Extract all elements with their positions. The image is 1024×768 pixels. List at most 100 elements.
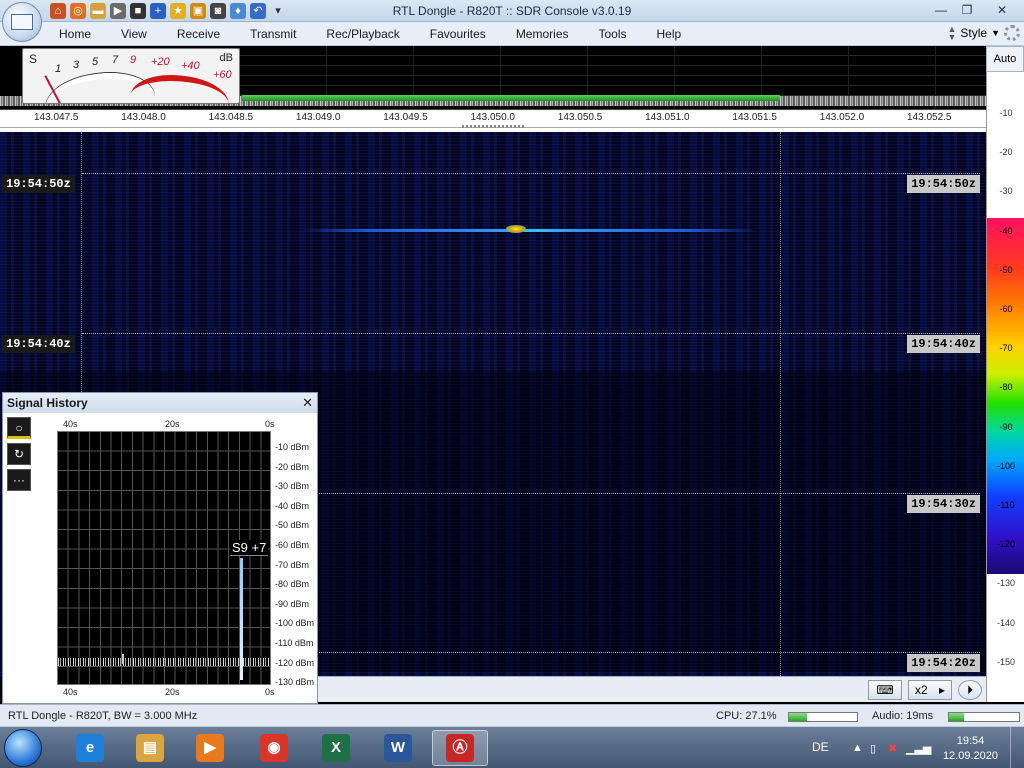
application-menu-button[interactable] [2,2,42,42]
y-axis-label: -30 dBm [275,481,310,492]
signal-history-marker-button[interactable]: ○ [7,417,31,439]
y-axis-label: -110 dBm [275,638,314,648]
zoom-select[interactable]: x2 ▸ [908,680,952,700]
spectrum-display[interactable]: S dB 1 3 5 7 9 +20 +40 +60 [0,46,986,110]
collapse-ribbon-icon[interactable]: ▲ ▼ [947,25,956,42]
frequency-label: 143.048.0 [121,112,166,123]
show-desktop-button[interactable] [1010,727,1024,768]
waterfall-controls: ⌨ x2 ▸ ⏵ [318,676,986,702]
x-axis-label: 0s [265,419,275,429]
s-meter-tick: +60 [213,69,232,81]
y-axis-label: -40 dBm [275,500,310,511]
x-axis-label: 20s [165,687,180,697]
y-axis-label: -20 dBm [275,461,310,472]
tab-favourites[interactable]: Favourites [415,27,501,41]
filter-bandwidth-bar[interactable] [242,95,780,101]
ribbon-tab-list: Home View Receive Transmit Rec/Playback Favou… [44,27,696,41]
status-device: RTL Dongle - R820T, BW = 3.000 MHz [8,710,198,722]
tab-home[interactable]: Home [44,27,106,41]
signal-history-title-bar[interactable]: Signal History ✕ [3,393,317,413]
signal-strength-icon[interactable]: ▁▃▅ [906,742,931,755]
internet-explorer-icon: e [76,734,104,762]
tab-help[interactable]: Help [642,27,697,41]
signal-history-plot[interactable]: S9 +7 [57,431,271,685]
start-button[interactable] [4,729,42,767]
s-meter-s-label: S [29,52,38,66]
y-axis-label: -60 dBm [275,540,310,550]
signal-history-panel: Signal History ✕ ○ ↻ ··· 40s 20s 0s 40s … [2,392,318,704]
status-audio: Audio: 19ms [872,710,934,722]
tab-transmit[interactable]: Transmit [235,27,311,41]
splitter-handle[interactable] [462,125,524,128]
s-meter-tick: 5 [92,56,99,68]
x-axis-label: 40s [63,419,78,429]
taskbar-sdr-console[interactable]: Ⓐ [432,730,488,766]
s-meter: S dB 1 3 5 7 9 +20 +40 +60 [22,48,240,104]
y-axis-label: -130 dBm [275,677,315,688]
chevron-down-icon[interactable]: ▼ [991,28,1000,38]
db-scale-label: -30 [999,186,1013,197]
taskbar-chrome[interactable]: ◉ [246,730,302,766]
tab-memories[interactable]: Memories [501,27,584,41]
s-meter-tick: 3 [73,59,80,71]
signal-history-close-button[interactable]: ✕ [302,395,313,411]
media-player-icon: ▶ [196,734,224,762]
s-meter-tick: 9 [130,54,137,66]
auto-button[interactable]: Auto [986,46,1024,72]
signal-history-peak-label: S9 +7 [230,540,269,556]
audio-meter [948,712,1020,722]
s-meter-tick: +40 [181,60,200,72]
taskbar-file-explorer[interactable]: ▤ [122,730,178,766]
frequency-label: 143.049.5 [383,112,428,123]
s-meter-tick: 1 [55,63,62,75]
db-scale-label: -150 [996,656,1015,667]
signal-history-title: Signal History [7,396,88,410]
taskbar-internet-explorer[interactable]: e [62,730,118,766]
frequency-label: 143.052.0 [819,112,865,123]
tab-rec-playback[interactable]: Rec/Playback [311,27,414,41]
signal-history-reset-button[interactable]: ↻ [7,443,31,465]
maximize-button[interactable]: ❐ [954,0,980,20]
chevron-right-icon: ▸ [939,683,946,697]
clock[interactable]: 19:54 12.09.2020 [943,734,998,764]
taskbar: e ▤ ▶ ◉ X W Ⓐ DE ▲ ▯ ✖ ▁▃▅ 19:54 12.09.2020 [0,726,1024,768]
ribbon-tabs-bar: Home View Receive Transmit Rec/Playback Favou… [0,22,1024,46]
db-scale-label: -90 [999,421,1013,432]
taskbar-word[interactable]: W [370,730,426,766]
db-scale-label: -80 [999,382,1013,393]
gear-icon[interactable] [1004,25,1020,41]
timestamp-right: 19:54:50z [907,175,980,193]
window-title: RTL Dongle - R820T :: SDR Console v3.0.1… [392,4,632,18]
taskbar-excel[interactable]: X [308,730,364,766]
x-axis-label: 40s [63,687,78,697]
x-axis-label: 20s [165,419,180,429]
tab-view[interactable]: View [106,27,162,41]
step-forward-button[interactable]: ⏵ [958,680,982,700]
network-error-icon[interactable]: ✖ [888,742,897,755]
zoom-value: x2 [914,683,928,697]
chrome-icon: ◉ [260,734,288,762]
style-menu[interactable]: Style [960,26,987,40]
signal-history-more-button[interactable]: ··· [7,469,31,491]
tab-receive[interactable]: Receive [162,27,235,41]
frequency-label: 143.048.5 [208,112,254,123]
system-tray: DE ▲ ▯ ✖ ▁▃▅ 19:54 12.09.2020 [794,727,1024,768]
keyboard-button[interactable]: ⌨ [868,680,902,700]
file-explorer-icon: ▤ [136,734,164,762]
usb-device-icon[interactable]: ▯ [870,742,876,755]
time-gridline [82,333,980,334]
tray-expand-icon[interactable]: ▲ [852,742,863,754]
title-bar: ⌂ ◎ ▬ ▶ ■ + ★ ▣ ◙ ♦ ↶ ▾ RTL Dongle - R82… [0,0,1024,22]
frequency-label: 143.047.5 [34,112,79,123]
frequency-label: 143.049.0 [295,112,341,123]
taskbar-media-player[interactable]: ▶ [182,730,238,766]
tab-tools[interactable]: Tools [584,27,642,41]
db-scale-label: -70 [999,343,1013,354]
y-axis-label: -90 dBm [275,598,310,609]
db-scale-label: -10 [999,108,1013,118]
x-axis-label: 0s [265,687,275,697]
app-window: ⌂ ◎ ▬ ▶ ■ + ★ ▣ ◙ ♦ ↶ ▾ RTL Dongle - R82… [0,0,1024,768]
minimize-button[interactable]: — [928,0,954,20]
language-indicator[interactable]: DE [812,740,829,754]
close-button[interactable]: ✕ [980,0,1024,20]
